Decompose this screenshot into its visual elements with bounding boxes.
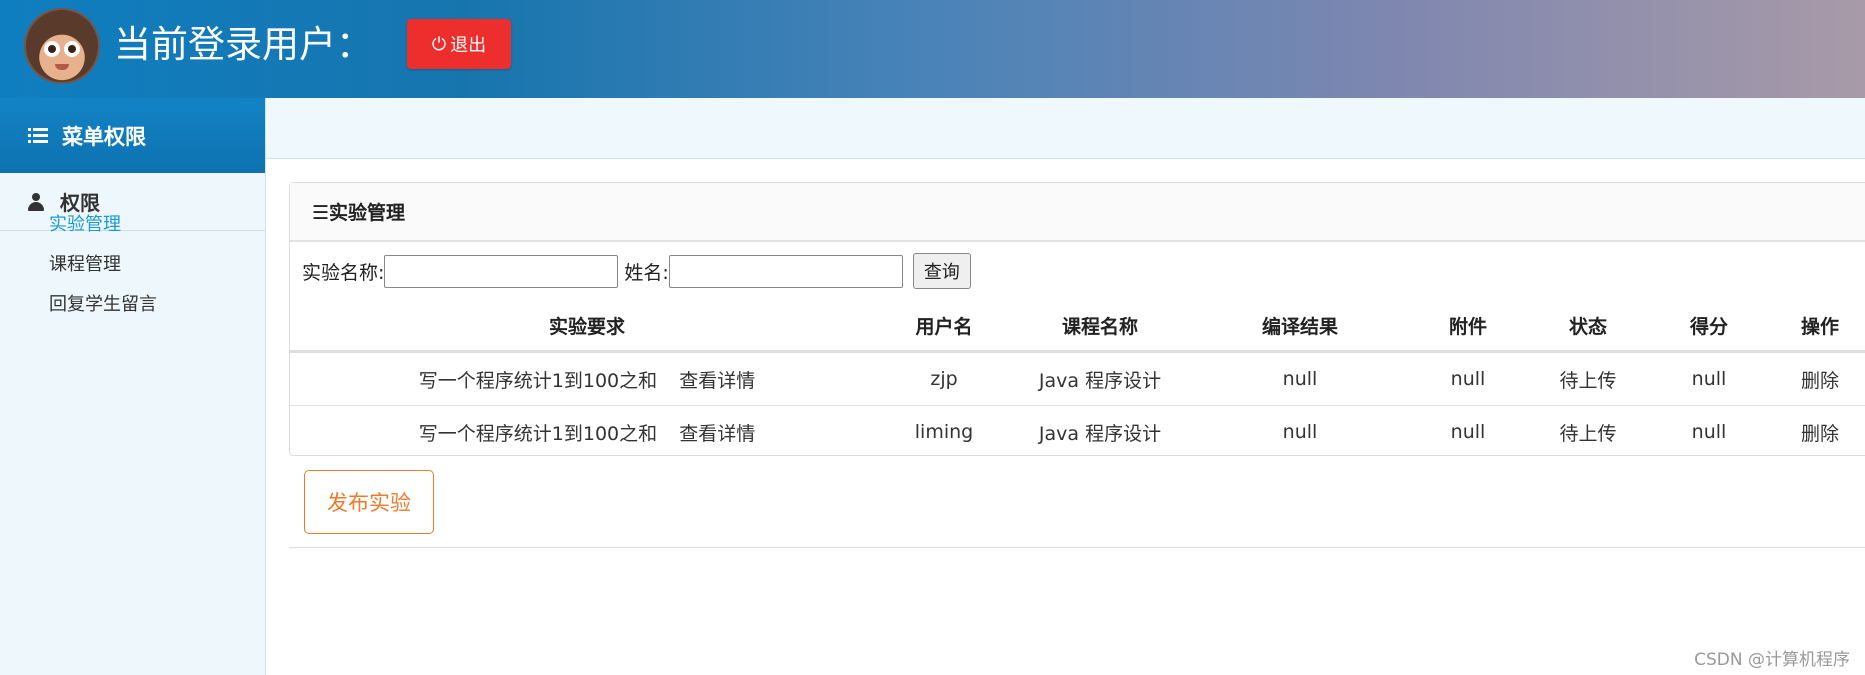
- requirement-text: 写一个程序统计1到100之和: [418, 369, 658, 392]
- col-action: 操作: [1774, 300, 1865, 353]
- table-header-row: 实验要求 用户名 课程名称 编译结果 附件 状态 得分 操作: [290, 300, 1865, 353]
- sidebar-menu-header: 菜单权限: [0, 98, 265, 173]
- watermark-text: CSDN @计算机程序: [1694, 650, 1850, 670]
- user-avatar: [24, 8, 100, 84]
- col-score: 得分: [1644, 300, 1774, 353]
- cell-compile-result: null: [1196, 351, 1404, 406]
- cell-attachment: null: [1450, 421, 1486, 443]
- sidebar-item-course-management[interactable]: 课程管理: [49, 250, 121, 276]
- student-name-input[interactable]: [668, 254, 903, 288]
- sidebar-group-permission[interactable]: 权限: [0, 173, 265, 231]
- student-name-label: 姓名:: [624, 261, 669, 284]
- cell-requirement: 写一个程序统计1到100之和 查看详情: [290, 351, 884, 406]
- col-attachment: 附件: [1404, 300, 1532, 353]
- col-compile-result: 编译结果: [1196, 300, 1404, 353]
- experiment-name-label: 实验名称:: [302, 261, 385, 284]
- search-bar: 实验名称: 姓名: 查询: [302, 253, 971, 289]
- table-row: 写一个程序统计1到100之和 查看详情 liming Java 程序设计 nul…: [290, 406, 1865, 459]
- col-status: 状态: [1532, 300, 1644, 353]
- cell-attachment: null: [1404, 351, 1532, 406]
- list-icon: [28, 125, 48, 146]
- cell-score: null: [1691, 421, 1727, 443]
- sidebar-item-reply-messages[interactable]: 回复学生留言: [49, 290, 157, 316]
- col-requirement: 实验要求: [290, 300, 884, 353]
- col-course: 课程名称: [1004, 300, 1196, 353]
- delete-link[interactable]: 删除: [1774, 351, 1865, 406]
- content-divider: [289, 547, 1865, 548]
- cell-requirement: 写一个程序统计1到100之和 查看详情: [290, 406, 884, 459]
- cell-score: null: [1644, 351, 1774, 406]
- logout-button[interactable]: ⏻ 退出: [407, 19, 511, 69]
- view-detail-link[interactable]: 查看详情: [679, 370, 755, 392]
- cell-course: Java 程序设计: [1004, 351, 1196, 406]
- delete-link[interactable]: 删除: [1774, 406, 1865, 459]
- sidebar: 菜单权限 权限 实验管理 课程管理 回复学生留言: [0, 98, 266, 675]
- sidebar-item-experiment-management[interactable]: 实验管理: [49, 210, 121, 236]
- col-username: 用户名: [884, 300, 1004, 353]
- cell-username: liming: [914, 421, 974, 443]
- cell-username: zjp: [884, 351, 1004, 406]
- view-detail-link[interactable]: 查看详情: [679, 423, 755, 445]
- power-icon: ⏻: [431, 33, 447, 55]
- logout-label: 退出: [450, 35, 487, 56]
- current-user-label: 当前登录用户：: [114, 23, 373, 66]
- experiment-name-input[interactable]: [384, 254, 619, 288]
- user-icon: [28, 192, 44, 211]
- experiment-panel: ☰实验管理 实验名称: 姓名: 查询 实验要求 用户名 课程名称 编译结果 附件…: [289, 182, 1865, 456]
- top-header: 当前登录用户： ⏻ 退出: [0, 0, 1865, 98]
- query-button[interactable]: 查询: [912, 253, 971, 289]
- panel-title: ☰实验管理: [290, 183, 1865, 242]
- experiment-table: 实验要求 用户名 课程名称 编译结果 附件 状态 得分 操作 写一个程序统计1到…: [290, 300, 1865, 458]
- requirement-text: 写一个程序统计1到100之和: [418, 422, 658, 445]
- publish-experiment-button[interactable]: 发布实验: [304, 470, 434, 534]
- cell-course: Java 程序设计: [1038, 422, 1162, 445]
- content-topbar: [266, 98, 1865, 159]
- cell-status: 待上传: [1532, 351, 1644, 406]
- table-row: 写一个程序统计1到100之和 查看详情 zjp Java 程序设计 null n…: [290, 351, 1865, 406]
- cell-compile-result: null: [1282, 421, 1318, 443]
- menu-title: 菜单权限: [62, 124, 146, 149]
- cell-status: 待上传: [1559, 422, 1617, 445]
